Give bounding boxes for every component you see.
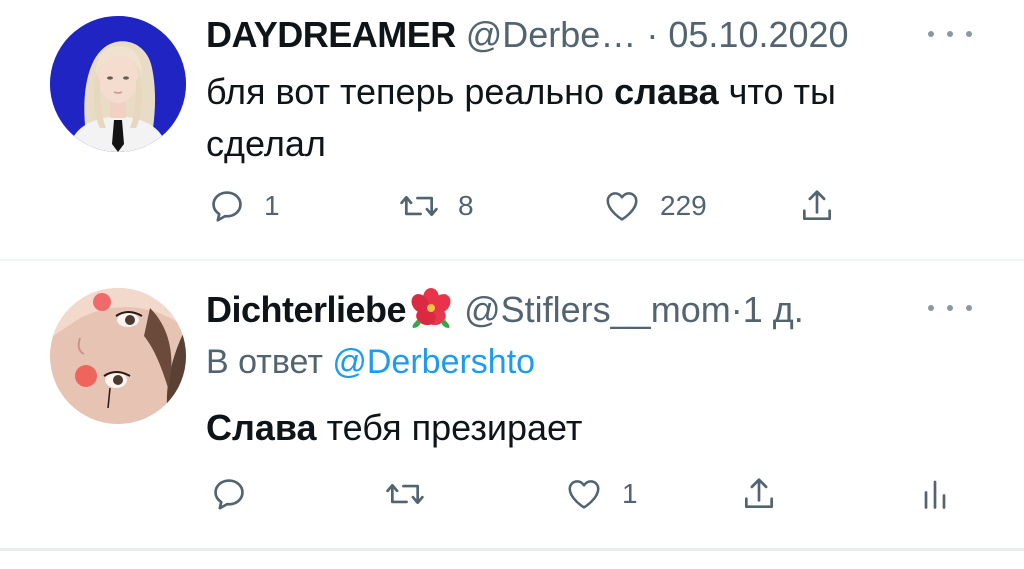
retweet-icon <box>386 483 424 505</box>
reply-mention-link[interactable]: @Derbershto <box>332 343 535 381</box>
hibiscus-flower-icon <box>408 288 454 337</box>
heart-icon <box>568 480 600 509</box>
author-name[interactable]: Dichterliebe <box>206 289 407 330</box>
tweet-text: Слава тебя презирает <box>206 402 582 454</box>
reply-icon <box>214 479 244 510</box>
reply-button[interactable]: 1 <box>208 184 280 228</box>
action-bar: 1 <box>0 472 1024 516</box>
timeline-bottom <box>0 551 1024 569</box>
share-button[interactable] <box>740 472 778 516</box>
reply-icon <box>212 191 242 222</box>
retweet-button[interactable]: 8 <box>398 184 474 228</box>
tweet-text: бля вот теперь реально слава что ты сдел… <box>206 66 926 170</box>
separator-dot: · <box>730 289 743 330</box>
tweet-date[interactable]: 1 д. <box>743 289 804 330</box>
reply-context: В ответ @Derbershto <box>206 340 535 384</box>
more-options-icon[interactable] <box>928 298 972 318</box>
tweet-header: Dichterliebe @Stiflers__mom·1 д. <box>206 288 804 337</box>
author-name[interactable]: DAYDREAMER <box>206 14 456 55</box>
divider <box>0 259 1024 261</box>
tweet-date[interactable]: 05.10.2020 <box>668 14 848 55</box>
like-count: 1 <box>622 478 638 509</box>
separator-dot: · <box>646 14 659 55</box>
avatar[interactable] <box>50 16 186 152</box>
author-handle[interactable]: @Stiflers__mom <box>464 289 731 330</box>
avatar-face-icon <box>50 288 186 424</box>
share-icon <box>802 190 832 221</box>
more-options-icon[interactable] <box>928 24 972 44</box>
analytics-icon <box>924 480 946 509</box>
action-bar: 1 8 229 <box>0 184 1024 228</box>
share-icon <box>744 478 774 509</box>
tweet-text-part: бля вот теперь реально <box>206 71 615 112</box>
analytics-button[interactable] <box>920 472 950 516</box>
like-button[interactable]: 229 <box>602 184 707 228</box>
reply-prefix: В ответ <box>206 343 323 381</box>
like-count: 229 <box>660 190 707 221</box>
share-button[interactable] <box>798 184 836 228</box>
like-button[interactable]: 1 <box>564 472 638 516</box>
tweet-header: DAYDREAMER @Derbe… · 05.10.2020 <box>206 14 849 56</box>
heart-icon <box>606 192 638 221</box>
avatar[interactable] <box>50 288 186 424</box>
reply-button[interactable] <box>210 472 248 516</box>
tweet-text-part: тебя презирает <box>316 407 583 448</box>
tweet[interactable]: Dichterliebe @Stiflers__mom·1 д. В ответ… <box>0 262 1024 548</box>
avatar-blonde-person-icon <box>50 16 186 152</box>
tweet-text-bold: Слава <box>206 407 317 448</box>
retweet-icon <box>400 195 438 217</box>
reply-count: 1 <box>264 190 280 221</box>
author-handle[interactable]: @Derbe… <box>466 14 637 55</box>
tweet[interactable]: DAYDREAMER @Derbe… · 05.10.2020 бля вот … <box>0 0 1024 258</box>
retweet-count: 8 <box>458 190 474 221</box>
tweet-text-bold: слава <box>614 71 719 112</box>
retweet-button[interactable] <box>384 472 426 516</box>
